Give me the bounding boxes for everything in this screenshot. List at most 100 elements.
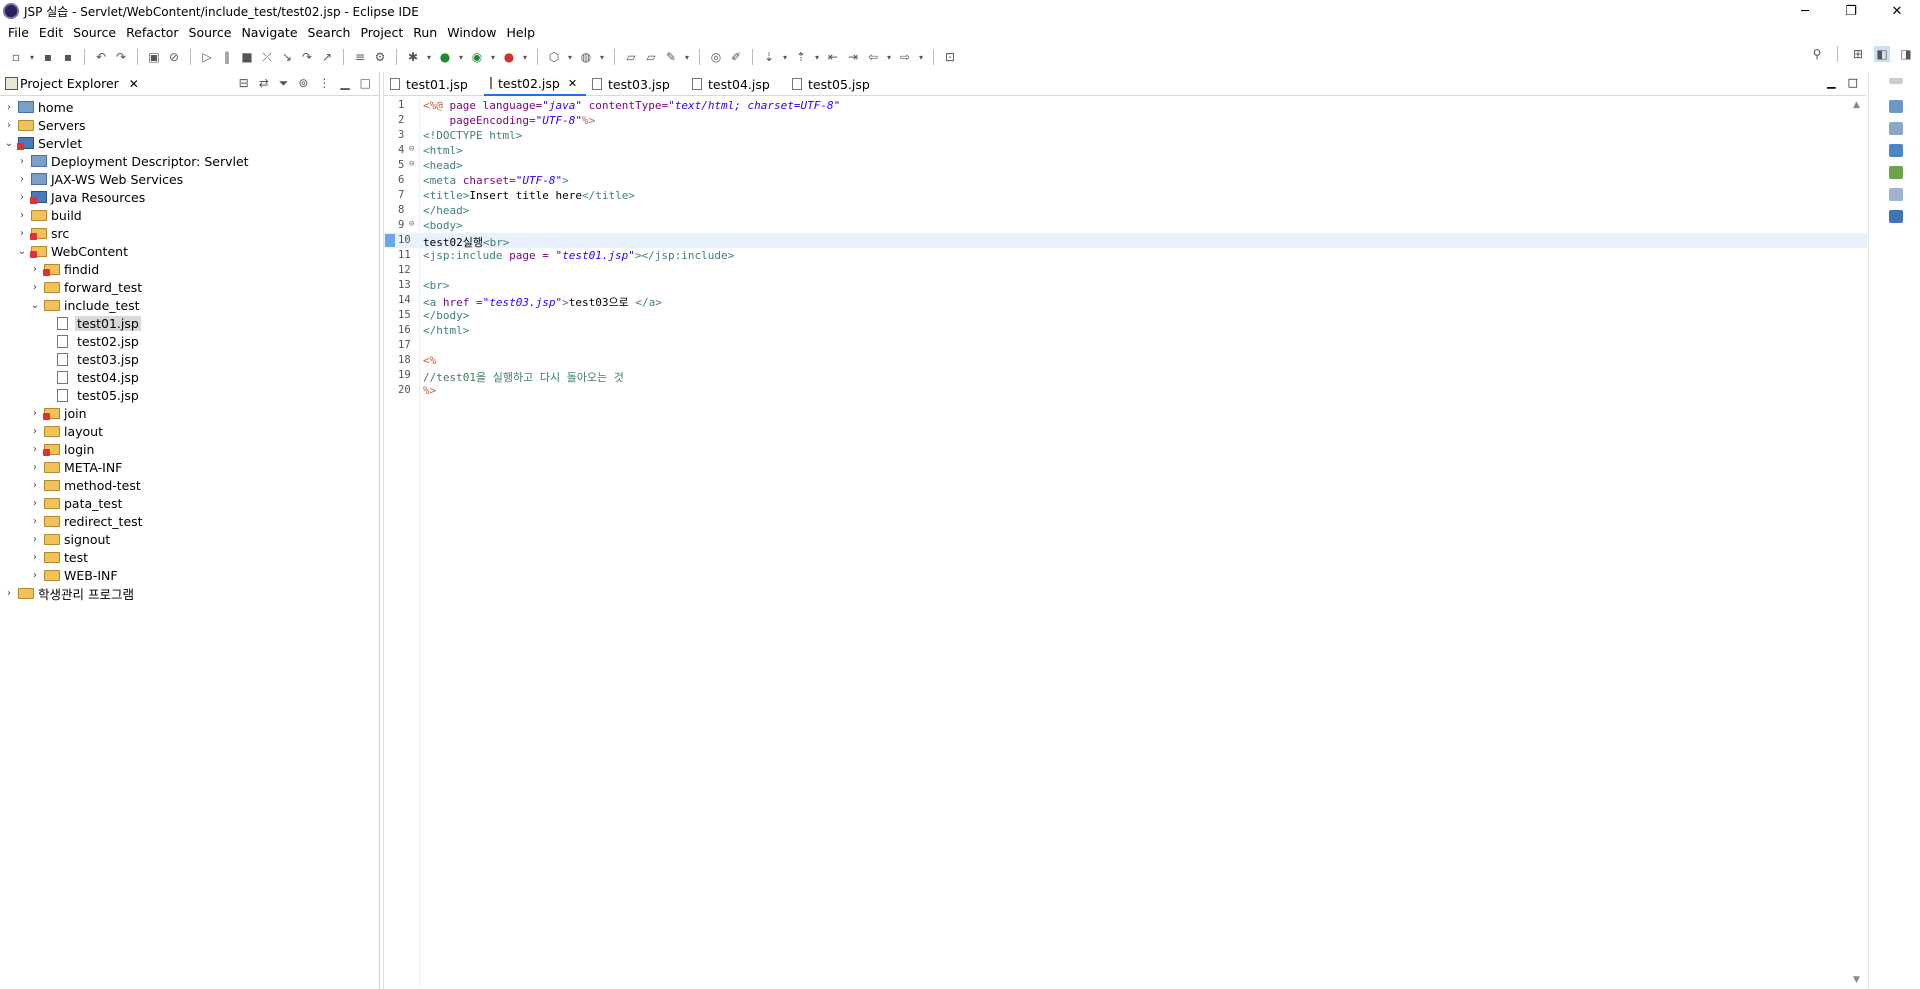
tree-item[interactable]: › 학생관리 프로그램 bbox=[0, 584, 378, 602]
run-dropdown-icon[interactable]: ▾ bbox=[457, 49, 465, 65]
chevron-right-icon[interactable]: › bbox=[30, 498, 40, 509]
editor-tab[interactable]: test03.jsp bbox=[586, 72, 686, 96]
close-tab-icon[interactable]: ✕ bbox=[568, 77, 577, 90]
menu-navigate[interactable]: Navigate bbox=[236, 25, 302, 40]
menu-source[interactable]: Source bbox=[68, 25, 121, 40]
class-dropdown-icon[interactable]: ▾ bbox=[598, 49, 606, 65]
java-ee-perspective-icon[interactable]: ◧ bbox=[1874, 46, 1890, 62]
back-icon[interactable]: ⇦ bbox=[865, 49, 881, 65]
save-icon[interactable]: ▪ bbox=[40, 49, 56, 65]
code-line[interactable]: 20 %> bbox=[384, 383, 1867, 398]
java-perspective-icon[interactable]: ◨ bbox=[1898, 46, 1914, 62]
tree-item[interactable]: › login bbox=[0, 440, 378, 458]
chevron-right-icon[interactable]: › bbox=[17, 156, 27, 167]
code-line[interactable]: 9 ⊖ <body> bbox=[384, 218, 1867, 233]
debug-icon[interactable]: ✱ bbox=[405, 49, 421, 65]
editor-tab[interactable]: test05.jsp bbox=[786, 72, 886, 96]
restore-icon[interactable] bbox=[1889, 78, 1903, 84]
expand-down-icon[interactable]: ⌄ bbox=[4, 138, 14, 149]
tree-item[interactable]: › join bbox=[0, 404, 378, 422]
open-resource-icon[interactable]: ▱ bbox=[643, 49, 659, 65]
link-with-editor-icon[interactable]: ⇄ bbox=[259, 76, 269, 91]
open-perspective-icon[interactable]: ⊞ bbox=[1850, 46, 1866, 62]
code-line[interactable]: 11 <jsp:include page = "test01.jsp"></jsp… bbox=[384, 248, 1867, 263]
expand-down-icon[interactable]: ⌄ bbox=[17, 246, 27, 257]
tree-item[interactable]: › pata_test bbox=[0, 494, 378, 512]
open-type-icon[interactable]: ▱ bbox=[623, 49, 639, 65]
fold-toggle-icon[interactable]: ⊖ bbox=[409, 159, 414, 169]
suspend-icon[interactable]: ‖ bbox=[219, 49, 235, 65]
collapse-all-icon[interactable]: ⊟ bbox=[239, 76, 249, 91]
scroll-up-icon[interactable]: ▲ bbox=[1853, 100, 1860, 110]
tree-item[interactable]: › build bbox=[0, 206, 378, 224]
chevron-right-icon[interactable]: › bbox=[30, 282, 40, 293]
tree-item[interactable]: › redirect_test bbox=[0, 512, 378, 530]
code-line[interactable]: 1 <%@ page language="java" contentType="t… bbox=[384, 98, 1867, 113]
vertical-scrollbar[interactable]: ▲ ▼ bbox=[1850, 98, 1866, 987]
code-line[interactable]: 10 test02실행<br> bbox=[384, 233, 1867, 249]
search-dropdown-icon[interactable]: ▾ bbox=[683, 49, 691, 65]
code-line[interactable]: 16 </html> bbox=[384, 323, 1867, 338]
next-annotation-icon[interactable]: ⇣ bbox=[761, 49, 777, 65]
code-line[interactable]: 17 bbox=[384, 338, 1867, 353]
code-line[interactable]: 18 <% bbox=[384, 353, 1867, 368]
resume-icon[interactable]: ▷ bbox=[199, 49, 215, 65]
tree-item[interactable]: test01.jsp bbox=[0, 314, 378, 332]
menu-file[interactable]: File bbox=[3, 25, 34, 40]
tree-item[interactable]: › layout bbox=[0, 422, 378, 440]
undo-icon[interactable]: ↶ bbox=[93, 49, 109, 65]
forward-icon[interactable]: ⇨ bbox=[897, 49, 913, 65]
chevron-right-icon[interactable]: › bbox=[17, 210, 27, 221]
new-class-icon[interactable]: ◍ bbox=[578, 49, 594, 65]
code-line[interactable]: 13 <br> bbox=[384, 278, 1867, 293]
coverage-icon[interactable]: ◉ bbox=[469, 49, 485, 65]
tree-item[interactable]: › Deployment Descriptor: Servlet bbox=[0, 152, 378, 170]
chevron-right-icon[interactable]: › bbox=[30, 480, 40, 491]
terminal-icon[interactable]: ▣ bbox=[146, 49, 162, 65]
server-dropdown-icon[interactable]: ▾ bbox=[566, 49, 574, 65]
tree-item[interactable]: › findid bbox=[0, 260, 378, 278]
console-view-icon[interactable] bbox=[1889, 210, 1903, 223]
code-line[interactable]: 2 pageEncoding="UTF-8"%> bbox=[384, 113, 1867, 128]
chevron-right-icon[interactable]: › bbox=[30, 516, 40, 527]
servers-view-icon[interactable] bbox=[1889, 144, 1903, 157]
forward-dropdown-icon[interactable]: ▾ bbox=[917, 49, 925, 65]
previous-annotation-icon[interactable]: ⇡ bbox=[793, 49, 809, 65]
expand-down-icon[interactable]: ⌄ bbox=[30, 300, 40, 311]
chevron-right-icon[interactable]: › bbox=[30, 552, 40, 563]
tree-item[interactable]: test02.jsp bbox=[0, 332, 378, 350]
close-icon[interactable]: ✕ bbox=[129, 77, 139, 91]
browser-icon[interactable]: ◎ bbox=[708, 49, 724, 65]
coverage-dropdown-icon[interactable]: ▾ bbox=[489, 49, 497, 65]
menu-window[interactable]: Window bbox=[442, 25, 501, 40]
chevron-right-icon[interactable]: › bbox=[30, 444, 40, 455]
menu-refactor[interactable]: Refactor bbox=[121, 25, 183, 40]
debug-config-icon[interactable]: ⚙ bbox=[372, 49, 388, 65]
focus-icon[interactable]: ⊚ bbox=[298, 76, 308, 91]
search-tool-icon[interactable]: ✎ bbox=[663, 49, 679, 65]
tree-item[interactable]: › JAX-WS Web Services bbox=[0, 170, 378, 188]
step-return-icon[interactable]: ↗ bbox=[319, 49, 335, 65]
chevron-right-icon[interactable]: › bbox=[17, 192, 27, 203]
code-line[interactable]: 8 </head> bbox=[384, 203, 1867, 218]
tree-item[interactable]: › signout bbox=[0, 530, 378, 548]
chevron-right-icon[interactable]: › bbox=[4, 588, 14, 599]
code-line[interactable]: 14 <a href ="test03.jsp">test03으로 </a> bbox=[384, 293, 1867, 309]
minimize-view-icon[interactable]: ▁ bbox=[340, 76, 349, 91]
forward-edit-icon[interactable]: ⇥ bbox=[845, 49, 861, 65]
run-icon[interactable]: ● bbox=[437, 49, 453, 65]
project-explorer-tab[interactable]: Project Explorer ✕ ⊟ ⇄ ⏷ ⊚ ⋮ ▁ □ bbox=[0, 72, 379, 96]
scroll-down-icon[interactable]: ▼ bbox=[1853, 975, 1860, 985]
step-into-icon[interactable]: ↘ bbox=[279, 49, 295, 65]
tree-item[interactable]: › Java Resources bbox=[0, 188, 378, 206]
use-step-filters-icon[interactable]: ≡ bbox=[352, 49, 368, 65]
last-edit-icon[interactable]: ⇤ bbox=[825, 49, 841, 65]
editor-tab[interactable]: test01.jsp bbox=[384, 72, 484, 96]
terminate-icon[interactable]: ■ bbox=[239, 49, 255, 65]
maximize-editor-icon[interactable]: □ bbox=[1848, 76, 1858, 89]
tree-item[interactable]: test05.jsp bbox=[0, 386, 378, 404]
editor-tab[interactable]: test04.jsp bbox=[686, 72, 786, 96]
chevron-right-icon[interactable]: › bbox=[30, 426, 40, 437]
maximize-button[interactable]: ❐ bbox=[1828, 0, 1874, 22]
code-line[interactable]: 7 <title>Insert title here</title> bbox=[384, 188, 1867, 203]
